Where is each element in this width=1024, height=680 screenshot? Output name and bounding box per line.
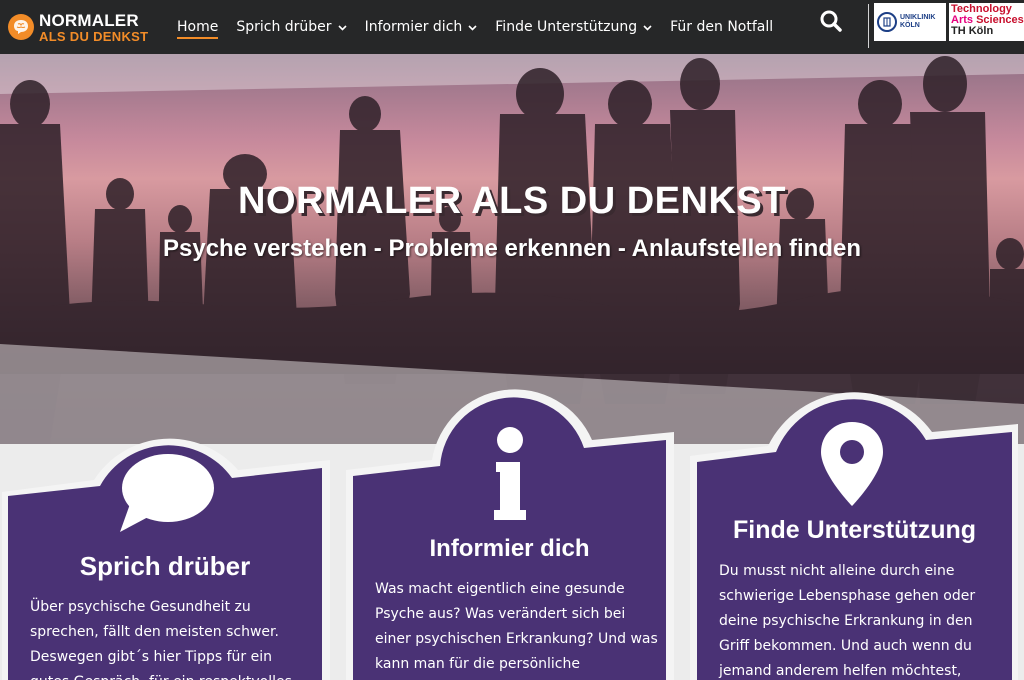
nav-item-home[interactable]: Home <box>168 0 227 54</box>
card-line: jemand anderem helfen möchtest, <box>719 663 962 679</box>
brain-icon <box>8 14 34 40</box>
card-line: Psyche aus? Was verändert sich bei <box>375 606 626 622</box>
uniklinik-koeln-logo[interactable]: UNIKLINIK KÖLN <box>874 3 946 41</box>
speech-bubble-icon <box>120 454 214 532</box>
site-header: NORMALER ALS DU DENKST Home Sprich drübe… <box>0 0 1024 54</box>
card-description: Über psychische Gesundheit zu sprechen, … <box>30 595 320 680</box>
brand-line-2: ALS DU DENKST <box>39 28 149 44</box>
card-line: deine psychische Erkrankung in den <box>719 613 973 629</box>
card-line: gutes Gespräch, für ein respektvolles <box>30 670 320 680</box>
nav-item-informier-dich[interactable]: Informier dich <box>356 0 487 54</box>
info-icon <box>494 427 526 520</box>
uniklinik-line-1: UNIKLINIK <box>900 14 936 22</box>
card-line: Griff bekommen. Und auch wenn du <box>719 638 972 654</box>
card-line: Du musst nicht alleine durch eine <box>719 563 955 579</box>
card-line: kann man für die persönliche <box>375 656 580 672</box>
card-line: sprechen, fällt den meisten schwer. <box>30 624 279 640</box>
nav-item-sprich-drueber[interactable]: Sprich drüber <box>227 0 355 54</box>
card-title: Informier dich <box>429 535 590 562</box>
nav-item-notfall[interactable]: Für den Notfall <box>661 0 782 54</box>
th-koeln-logo[interactable]: Technology Arts Sciences TH Köln <box>949 3 1024 41</box>
card-line: einer psychischen Erkrankung? Und was <box>375 631 658 647</box>
card-line: schwierige Lebensphase gehen oder <box>719 588 976 604</box>
main-nav: Home Sprich drüber Informier dich Finde … <box>168 0 782 54</box>
uniklinik-line-2: KÖLN <box>900 22 920 29</box>
card-line: Deswegen gibt´s hier Tipps für ein <box>30 649 272 665</box>
card-description: Was macht eigentlich eine gesunde Psyche… <box>375 577 665 677</box>
chevron-down-icon <box>337 19 347 35</box>
card-title: Finde Unterstützung <box>732 516 977 544</box>
card-title: Sprich drüber <box>79 551 251 581</box>
seal-icon <box>877 12 897 32</box>
search-icon[interactable] <box>818 8 844 34</box>
card-line: Über psychische Gesundheit zu <box>30 599 251 615</box>
card-line: Was macht eigentlich eine gesunde <box>375 581 625 597</box>
nav-item-label: Sprich drüber <box>236 19 332 35</box>
chevron-down-icon <box>643 19 652 35</box>
th-line-3: TH Köln <box>951 25 994 37</box>
feature-cards: Sprich drüber Über psychische Gesundheit… <box>0 0 1024 680</box>
brand-line-1: NORMALER <box>39 10 139 30</box>
nav-item-label: Informier dich <box>364 19 463 35</box>
location-pin-icon <box>821 422 883 506</box>
site-logo[interactable]: NORMALER ALS DU DENKST <box>8 12 158 43</box>
nav-item-label: Finde Unterstützung <box>495 19 638 35</box>
nav-item-label: Für den Notfall <box>670 19 774 35</box>
card-description: Du musst nicht alleine durch eine schwie… <box>719 559 1011 680</box>
chevron-down-icon <box>468 19 477 35</box>
nav-item-finde-unterstuetzung[interactable]: Finde Unterstützung <box>486 0 661 54</box>
header-divider <box>868 4 869 48</box>
nav-item-label: Home <box>177 19 219 35</box>
